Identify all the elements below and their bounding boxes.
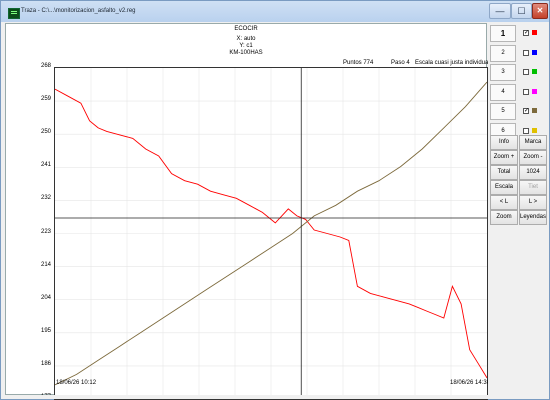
- scale-label: Escala cuasi justa individual: [415, 60, 490, 66]
- trace-color-swatch: [532, 49, 537, 55]
- y-axis-info: Y: c1: [239, 43, 253, 49]
- y-tick-label: 250: [40, 129, 51, 136]
- trace-checkbox[interactable]: ✓: [523, 108, 529, 114]
- trace-number-button[interactable]: 4: [490, 83, 516, 101]
- side-panel: 1✓2345✓678 Info Marca Zoom + Zoom - Tota…: [488, 23, 549, 395]
- trace-number-button[interactable]: 2: [490, 44, 516, 62]
- points-button[interactable]: 1024: [519, 165, 547, 180]
- y-tick-label: 268: [40, 63, 51, 69]
- trace-row-3[interactable]: 3: [490, 64, 547, 81]
- maximize-button[interactable]: ☐: [511, 3, 532, 19]
- total-button[interactable]: Total: [490, 165, 518, 180]
- y-tick-label: 195: [40, 327, 51, 334]
- trace-row-5[interactable]: 5 ✓: [490, 103, 547, 120]
- trace-number-button[interactable]: 3: [490, 64, 516, 81]
- plot-area[interactable]: [54, 67, 488, 400]
- y-tick-label: 186: [40, 360, 51, 367]
- app-window: Traza - C:\...\monitorizacion_asfalto_v2…: [0, 0, 550, 400]
- legends-button[interactable]: Leyendas: [519, 210, 547, 225]
- y-tick-label: 204: [40, 294, 51, 301]
- trace-row-2[interactable]: 2: [490, 44, 547, 62]
- trace-color-swatch: [532, 88, 537, 94]
- scale-button[interactable]: Escala: [490, 180, 518, 195]
- trace-number-button[interactable]: 1: [490, 25, 516, 42]
- zoom-out-button[interactable]: Zoom -: [519, 150, 547, 165]
- minimize-button[interactable]: —: [489, 3, 511, 19]
- mark-button[interactable]: Marca: [519, 135, 547, 150]
- y-tick-label: 223: [40, 228, 51, 235]
- zoom-button[interactable]: Zoom: [490, 210, 518, 225]
- trace-checkbox[interactable]: ✓: [523, 30, 529, 36]
- x-axis-info: X: auto: [236, 36, 256, 42]
- y-tick-label: 241: [40, 162, 51, 169]
- step-label: Paso 4: [391, 60, 410, 66]
- app-icon: [8, 8, 20, 19]
- sensor-label: KM-100HAS: [229, 50, 263, 56]
- points-count: Puntos 774: [343, 60, 374, 66]
- close-button[interactable]: ✕: [532, 3, 548, 19]
- trace-checkbox[interactable]: [523, 88, 529, 95]
- scroll-right-button[interactable]: L >: [519, 195, 547, 210]
- trace-row-4[interactable]: 4: [490, 83, 547, 101]
- window-title: Traza - C:\...\monitorizacion_asfalto_v2…: [21, 8, 136, 14]
- info-button[interactable]: Info: [490, 135, 518, 150]
- trace-color-swatch: [532, 30, 537, 35]
- trace-row-1[interactable]: 1 ✓: [490, 25, 547, 42]
- plot-svg[interactable]: [55, 68, 487, 399]
- y-tick-label: 232: [40, 195, 51, 202]
- status-strip: [5, 395, 549, 399]
- trace-number-button[interactable]: 5: [490, 103, 516, 120]
- trace-color-swatch: [532, 108, 537, 113]
- x-end-label: 18/06/26 14:30: [450, 380, 491, 386]
- title-bar[interactable]: Traza - C:\...\monitorizacion_asfalto_v2…: [1, 1, 549, 22]
- trace-checkbox[interactable]: [523, 127, 529, 134]
- trace-color-swatch: [532, 127, 537, 133]
- trace-checkbox[interactable]: [523, 49, 529, 56]
- trace-color-swatch: [532, 69, 537, 74]
- y-tick-label: 214: [40, 261, 51, 268]
- chart-area: ECOCIR X: auto Y: c1 KM-100HAS Puntos 77…: [5, 23, 491, 400]
- scroll-left-button[interactable]: < L: [490, 195, 518, 210]
- x-start-label: 18/06/26 10:12: [56, 380, 97, 386]
- y-tick-label: 259: [40, 96, 51, 103]
- tiet-button[interactable]: Tiet: [519, 180, 547, 195]
- chart-title: ECOCIR: [234, 26, 258, 32]
- trace-checkbox[interactable]: [523, 69, 529, 75]
- zoom-in-button[interactable]: Zoom +: [490, 150, 518, 165]
